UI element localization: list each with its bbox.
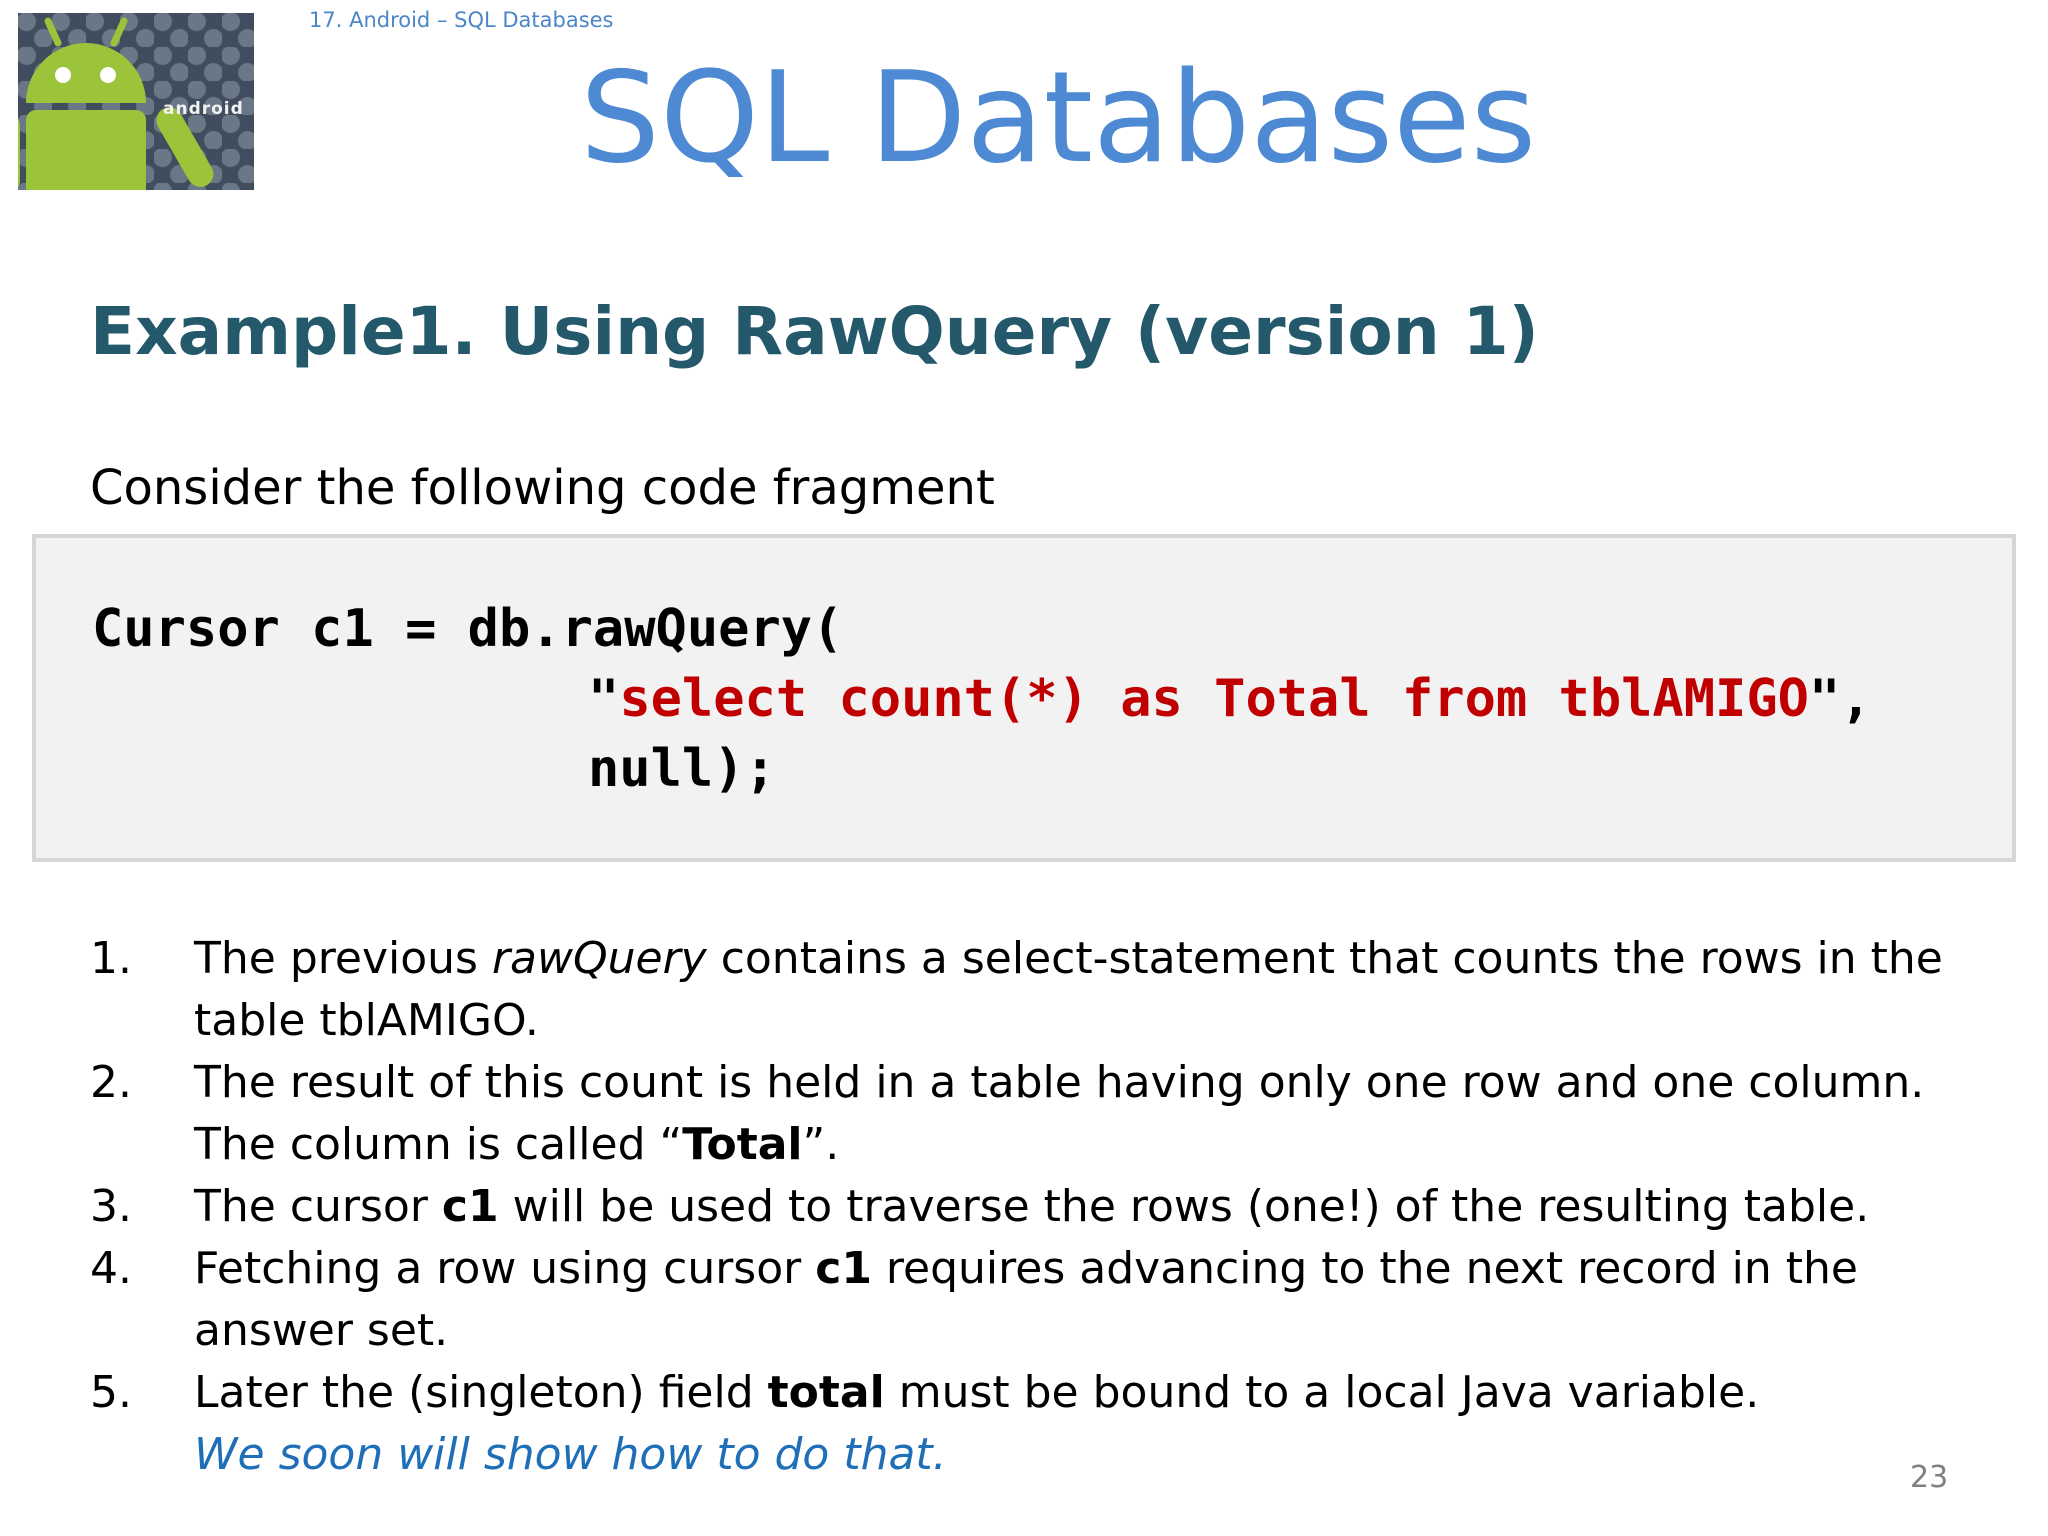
list-item: 2. The result of this count is held in a … — [90, 1052, 1990, 1176]
list-item: 1. The previous rawQuery contains a selec… — [90, 928, 1990, 1052]
list-bold: total — [767, 1367, 885, 1418]
list-bold: c1 — [441, 1181, 499, 1232]
explanation-list: 1. The previous rawQuery contains a selec… — [90, 928, 1990, 1486]
code-block: Cursor c1 = db.rawQuery( "select count(*… — [32, 534, 2016, 862]
list-number: 1. — [90, 933, 132, 984]
code-sql-string: select count(*) as Total from tblAMIGO — [619, 669, 1809, 729]
breadcrumb: 17. Android – SQL Databases — [309, 8, 614, 32]
page-title: SQL Databases — [580, 44, 1537, 191]
list-italic: rawQuery — [491, 933, 707, 984]
list-bold: c1 — [815, 1243, 872, 1294]
list-number: 5. — [90, 1367, 132, 1418]
list-text: ”. — [802, 1119, 840, 1170]
list-item: 4. Fetching a row using cursor c1 require… — [90, 1238, 1990, 1362]
note-text: We soon will show how to do that. — [194, 1429, 947, 1480]
code-line-2: "select count(*) as Total from tblAMIGO"… — [588, 664, 1872, 734]
list-text: will be used to traverse the rows (one!)… — [498, 1181, 1870, 1232]
section-title: Example1. Using RawQuery (version 1) — [90, 293, 1539, 370]
list-text: Later the (singleton) field — [194, 1367, 768, 1418]
logo-text: android — [163, 99, 244, 119]
list-text: The cursor — [194, 1181, 442, 1232]
list-text: must be bound to a local Java variable. — [884, 1367, 1760, 1418]
list-item: 3. The cursor c1 will be used to traverse… — [90, 1176, 1990, 1238]
list-number: 3. — [90, 1181, 132, 1232]
list-text: The result of this count is held in a ta… — [194, 1057, 1925, 1170]
code-line-3: null); — [588, 739, 776, 799]
list-text: The previous — [194, 933, 492, 984]
intro-text: Consider the following code fragment — [90, 460, 995, 516]
page-number: 23 — [1910, 1460, 1949, 1495]
list-bold: Total — [682, 1119, 803, 1170]
list-number: 4. — [90, 1243, 132, 1294]
code-quote-open: " — [588, 669, 620, 729]
list-number: 2. — [90, 1057, 132, 1108]
list-text: Fetching a row using cursor — [194, 1243, 816, 1294]
list-item: 5. Later the (singleton) field total must… — [90, 1362, 1990, 1486]
code-line-1: Cursor c1 = db.rawQuery( — [92, 599, 844, 659]
android-logo: android — [18, 13, 254, 190]
code-quote-close: ", — [1808, 669, 1872, 729]
